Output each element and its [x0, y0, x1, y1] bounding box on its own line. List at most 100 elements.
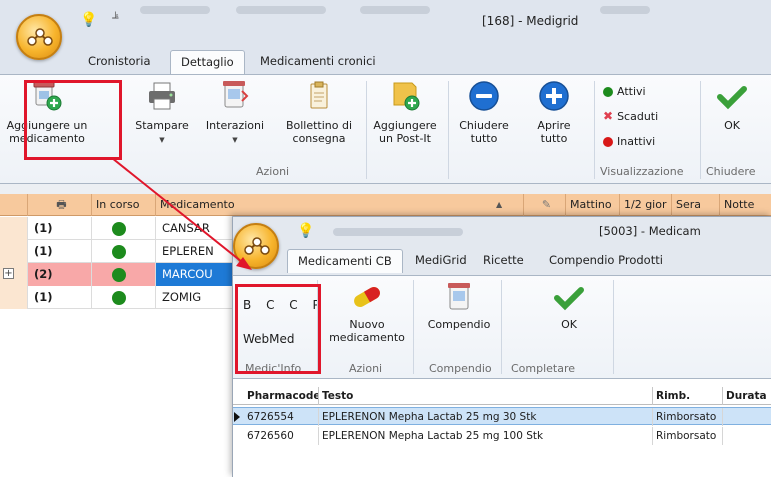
ribbon-group-separator [366, 81, 367, 179]
grid-header-print[interactable]: 🖶 [28, 194, 92, 216]
title-bar-blur [333, 228, 463, 236]
grid-header-edit[interactable]: ✎ [524, 194, 566, 216]
checkmark-icon [717, 86, 747, 110]
gray-strip [0, 184, 771, 194]
ribbon-group-separator [613, 280, 614, 374]
grid-header-mattino[interactable]: Mattino [566, 194, 620, 216]
visual-filter-inactive[interactable]: Inattivi [603, 135, 655, 148]
row-durata [723, 427, 771, 445]
open-all-label-line2: tutto [540, 132, 568, 145]
lightbulb-icon[interactable]: 💡 [297, 223, 314, 239]
red-dot-icon [603, 136, 613, 147]
ribbon-group-separator [594, 81, 595, 179]
add-postit-button[interactable]: Aggiungere un Post-It [370, 79, 440, 145]
child-ok-label: OK [561, 318, 577, 331]
grid-header-testo[interactable]: Testo [319, 387, 653, 405]
grid-header-medicamento[interactable]: Medicamento ▲ [156, 194, 524, 216]
new-medication-button[interactable]: Nuovo medicamento [327, 282, 407, 344]
molecule-icon [244, 237, 270, 255]
row-expander[interactable]: + [0, 263, 28, 286]
visual-filter-expired[interactable]: ✖ Scaduti [603, 109, 658, 123]
title-bar-blur [600, 6, 650, 14]
molecule-icon [27, 28, 53, 46]
grid-header-mezzogiorno[interactable]: 1/2 gior [620, 194, 672, 216]
close-all-button[interactable]: Chiudere tutto [454, 79, 514, 145]
pharmacode-grid-header: Pharmacode Testo Rimb. Durata [233, 387, 771, 405]
add-postit-label-line1: Aggiungere [373, 119, 437, 132]
visual-filter-expired-label: Scaduti [617, 109, 659, 123]
delivery-note-label-line2: consegna [292, 132, 346, 145]
tab-cronistoria[interactable]: Cronistoria [78, 50, 161, 74]
child-app-menu-button[interactable] [233, 223, 279, 269]
pharmacode-row[interactable]: 6726560 EPLERENON Mepha Lactab 25 mg 100… [233, 427, 771, 445]
child-window-title: [5003] - Medicam [599, 224, 701, 238]
app-menu-button[interactable] [16, 14, 62, 60]
child-ribbon-tab-bar: Medicamenti CB MediGrid Ricette Compendi… [233, 245, 771, 275]
minus-circle-icon [469, 81, 499, 111]
grid-header-durata[interactable]: Durata [723, 387, 771, 405]
row-text: EPLERENON Mepha Lactab 25 mg 100 Stk [319, 427, 653, 445]
row-rimb: Rimborsato [653, 408, 723, 426]
tab-ricette[interactable]: Ricette [473, 249, 534, 273]
capsule-icon [354, 287, 380, 307]
visual-filter-active[interactable]: Attivi [603, 85, 646, 98]
row-expander [0, 217, 28, 240]
delivery-note-button[interactable]: Bollettino di consegna [277, 79, 361, 145]
main-title-bar: 💡 ⫡ [168] - Medigrid [0, 0, 771, 46]
title-bar-blur [236, 6, 326, 14]
tab-medicamenti-cb[interactable]: Medicamenti CB [287, 249, 403, 273]
print-button[interactable]: Stampare ▼ [130, 79, 194, 147]
clipboard-icon [310, 81, 328, 109]
lightbulb-icon[interactable]: 💡 [80, 12, 97, 28]
active-status-icon [112, 267, 126, 282]
tab-compendio-prodotti[interactable]: Compendio Prodotti [539, 249, 673, 273]
child-ok-button[interactable]: OK [551, 282, 587, 331]
close-all-label-line2: tutto [470, 132, 498, 145]
open-all-button[interactable]: Aprire tutto [526, 79, 582, 145]
row-medication-name: ZOMIG [156, 286, 236, 309]
grid-header-medicamento-label: Medicamento [160, 198, 235, 211]
grid-header-notte[interactable]: Notte [720, 194, 771, 216]
row-status [92, 286, 156, 309]
ribbon-group-label-visualization: Visualizzazione [600, 165, 684, 178]
active-status-icon [112, 290, 126, 305]
row-text: EPLERENON Mepha Lactab 25 mg 30 Stk [319, 408, 653, 426]
interactions-button[interactable]: Interazioni ▼ [200, 79, 270, 147]
window-title: [168] - Medigrid [482, 14, 579, 28]
row-count: (1) [28, 286, 92, 309]
row-rimb: Rimborsato [653, 427, 723, 445]
ribbon-group-separator [700, 81, 701, 179]
dropdown-caret-icon: ▼ [159, 136, 165, 144]
compendio-button[interactable]: Compendio [421, 282, 497, 331]
active-status-icon [112, 244, 126, 259]
grid-header-pharmacode[interactable]: Pharmacode [233, 387, 319, 405]
grid-header-sera[interactable]: Sera [672, 194, 720, 216]
pharmacode-row-selected[interactable]: 6726554 EPLERENON Mepha Lactab 25 mg 30 … [233, 407, 771, 426]
visual-filter-active-label: Attivi [617, 85, 646, 98]
active-status-icon [112, 221, 126, 236]
tab-medigrid[interactable]: MediGrid [405, 249, 477, 273]
row-pharmacode: 6726554 [233, 408, 319, 426]
row-status [92, 217, 156, 240]
expand-plus-icon[interactable]: + [3, 268, 14, 279]
interactions-label: Interazioni [205, 119, 265, 132]
grid-header-in-corso[interactable]: In corso [92, 194, 156, 216]
ribbon-group-label-close: Chiudere [706, 165, 756, 178]
checkmark-icon [554, 287, 584, 311]
ribbon-group-label-actions: Azioni [349, 362, 383, 375]
green-dot-icon [603, 86, 613, 97]
row-medication-name: EPLEREN [156, 240, 236, 263]
highlight-add-medication [24, 80, 122, 160]
tab-dettaglio[interactable]: Dettaglio [170, 50, 245, 74]
row-expander [0, 286, 28, 309]
printer-icon: 🖶 [56, 198, 67, 211]
ribbon-group-separator [413, 280, 414, 374]
tab-medicamenti-cronici[interactable]: Medicamenti cronici [250, 50, 386, 74]
compendio-label: Compendio [427, 318, 491, 331]
grid-header-rimb[interactable]: Rimb. [653, 387, 723, 405]
quick-access-menu-icon[interactable]: ⫡ [112, 10, 119, 21]
visual-filter-inactive-label: Inattivi [617, 135, 656, 148]
ok-button[interactable]: OK [710, 79, 754, 132]
ribbon-group-separator [448, 81, 449, 179]
row-pharmacode: 6726560 [233, 427, 319, 445]
